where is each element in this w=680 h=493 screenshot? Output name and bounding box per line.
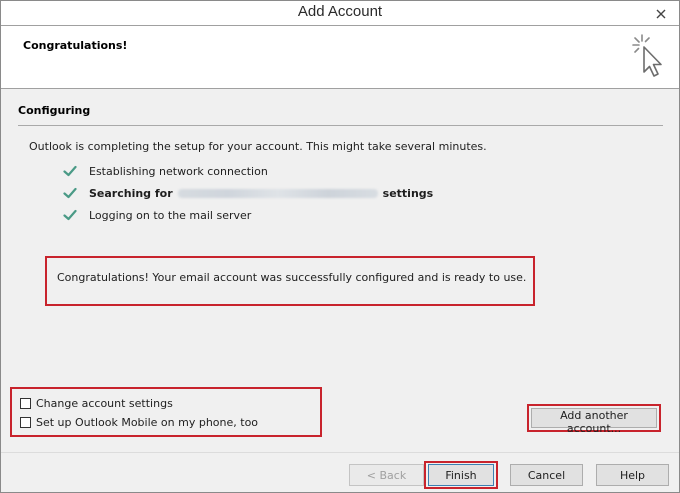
step-network: Establishing network connection bbox=[63, 160, 433, 182]
help-button[interactable]: Help bbox=[596, 464, 669, 486]
finish-button[interactable]: Finish bbox=[428, 464, 494, 486]
close-icon bbox=[656, 9, 666, 19]
cursor-click-icon bbox=[632, 34, 662, 77]
step-label: Logging on to the mail server bbox=[89, 208, 252, 222]
cancel-button[interactable]: Cancel bbox=[510, 464, 583, 486]
header-title: Congratulations! bbox=[23, 39, 128, 52]
section-title: Configuring bbox=[18, 104, 91, 117]
step-searching: Searching for settings bbox=[63, 182, 433, 204]
step-logon: Logging on to the mail server bbox=[63, 204, 433, 226]
section-divider bbox=[18, 125, 663, 126]
close-button[interactable] bbox=[651, 3, 671, 21]
step-label-suffix: settings bbox=[382, 186, 434, 200]
options-group: Change account settings Set up Outlook M… bbox=[10, 387, 322, 437]
change-settings-checkbox[interactable] bbox=[20, 398, 31, 409]
intro-text: Outlook is completing the setup for your… bbox=[29, 140, 487, 153]
success-message: Congratulations! Your email account was … bbox=[57, 271, 527, 284]
checkmark-icon bbox=[63, 165, 77, 177]
redacted-email bbox=[177, 188, 378, 198]
progress-steps: Establishing network connection Searchin… bbox=[63, 160, 433, 226]
change-settings-label: Change account settings bbox=[36, 397, 173, 410]
back-button[interactable]: < Back bbox=[349, 464, 424, 486]
add-another-account-button[interactable]: Add another account... bbox=[531, 408, 657, 435]
outlook-mobile-label: Set up Outlook Mobile on my phone, too bbox=[36, 416, 259, 429]
step-label-prefix: Searching for bbox=[89, 186, 173, 200]
window-title: Add Account bbox=[297, 3, 383, 20]
checkmark-icon bbox=[63, 209, 77, 221]
dialog-header: Congratulations! bbox=[1, 25, 679, 89]
footer-divider bbox=[1, 452, 679, 453]
add-account-dialog: Add Account Congratulations! Configuring… bbox=[0, 0, 680, 493]
checkmark-icon bbox=[63, 187, 77, 199]
outlook-mobile-checkbox[interactable] bbox=[20, 417, 31, 428]
outlook-mobile-option[interactable]: Set up Outlook Mobile on my phone, too bbox=[20, 416, 258, 429]
success-message-box: Congratulations! Your email account was … bbox=[45, 256, 535, 306]
title-bar: Add Account bbox=[1, 1, 679, 25]
step-label: Establishing network connection bbox=[89, 164, 268, 178]
change-settings-option[interactable]: Change account settings bbox=[20, 397, 173, 410]
